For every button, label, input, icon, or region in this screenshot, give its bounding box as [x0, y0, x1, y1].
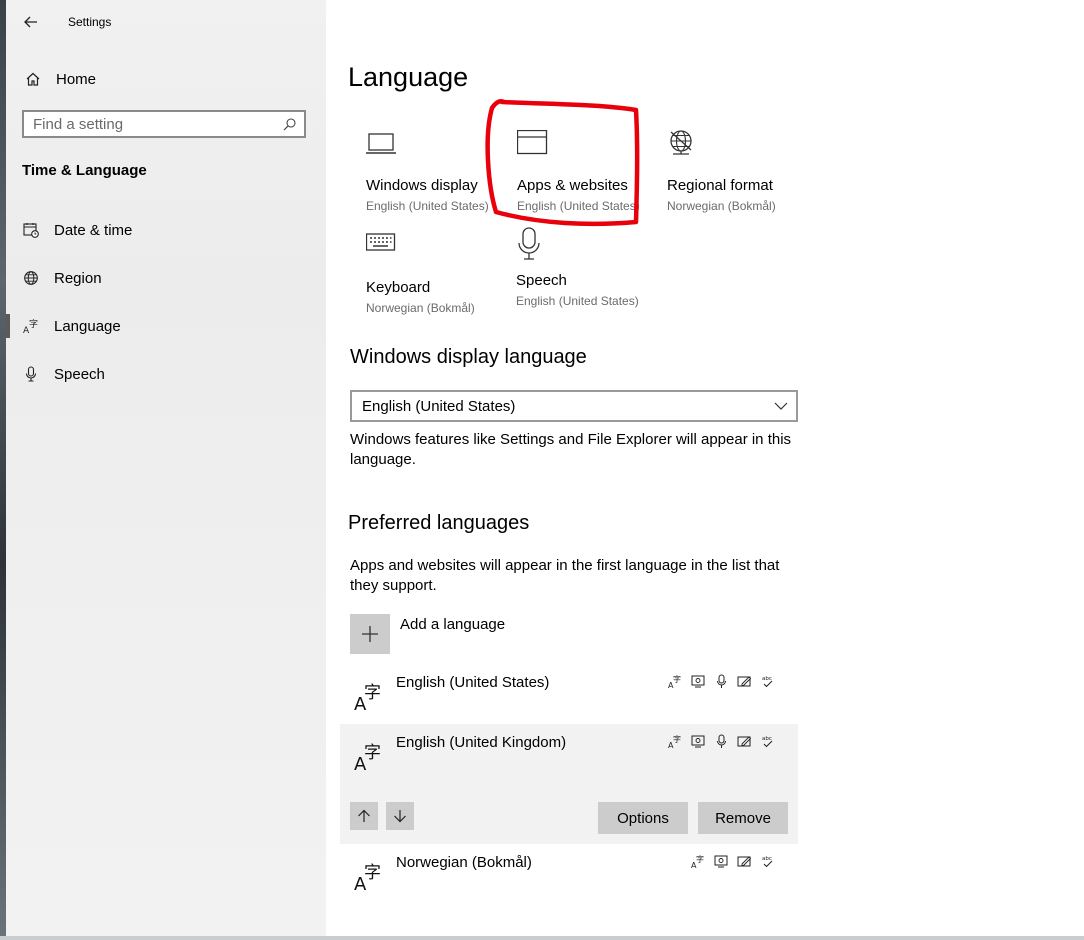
- tile-name: Keyboard: [366, 279, 431, 296]
- language-row-norwegian[interactable]: A字 Norwegian (Bokmål) A字 abc: [340, 844, 798, 904]
- sidebar-item-label: Speech: [54, 365, 105, 383]
- title-bar: Settings: [6, 0, 326, 44]
- tile-name: Windows display: [366, 177, 478, 194]
- chevron-down-icon: [766, 402, 796, 410]
- preferred-languages-description: Apps and websites will appear in the fir…: [350, 557, 780, 594]
- display-language-dropdown[interactable]: English (United States): [350, 390, 798, 422]
- search-input[interactable]: [24, 114, 278, 134]
- dropdown-value: English (United States): [362, 397, 516, 415]
- handwriting-feature-icon: [735, 732, 754, 751]
- svg-text:abc: abc: [762, 856, 772, 862]
- language-icon: A字: [22, 317, 40, 335]
- svg-text:abc: abc: [762, 676, 772, 682]
- sidebar: Settings Home Time & Language Date & tim…: [6, 0, 326, 936]
- tile-subtitle: English (United States): [366, 199, 489, 213]
- home-icon: [24, 70, 42, 88]
- language-icon: A字: [354, 680, 386, 715]
- sidebar-item-region[interactable]: Region: [6, 258, 326, 298]
- globe-icon: [22, 269, 40, 287]
- move-down-button[interactable]: [386, 802, 414, 830]
- calendar-clock-icon: [22, 221, 40, 239]
- tile-subtitle: English (United States): [517, 199, 640, 213]
- spellcheck-feature-icon: abc: [758, 852, 777, 871]
- tile-name: Speech: [516, 272, 567, 289]
- svg-text:字: 字: [673, 674, 681, 684]
- plus-icon: [350, 614, 390, 654]
- sidebar-item-label: Region: [54, 269, 102, 287]
- section-title: Time & Language: [22, 162, 147, 179]
- svg-text:字: 字: [364, 863, 381, 883]
- monitor-icon: [366, 130, 400, 164]
- tile-speech[interactable]: Speech English (United States): [516, 226, 656, 318]
- language-name: English (United Kingdom): [396, 734, 567, 751]
- microphone-icon: [22, 365, 40, 383]
- preferred-languages-heading: Preferred languages: [348, 512, 530, 534]
- language-name: English (United States): [396, 674, 550, 691]
- tile-windows-display[interactable]: Windows display English (United States): [366, 130, 506, 222]
- display-language-feature-icon: A字: [689, 852, 708, 871]
- language-icon: A字: [354, 860, 386, 895]
- remove-button[interactable]: Remove: [698, 802, 788, 834]
- taskbar-edge: [0, 936, 1084, 940]
- options-button[interactable]: Options: [598, 802, 688, 834]
- search-icon[interactable]: [278, 113, 300, 135]
- svg-text:字: 字: [673, 734, 681, 744]
- search-box: [22, 110, 306, 138]
- arrow-up-icon: [358, 809, 370, 822]
- handwriting-feature-icon: [735, 852, 754, 871]
- display-language-feature-icon: A字: [666, 732, 685, 751]
- language-row-english-us[interactable]: A字 English (United States) A字 abc: [340, 664, 798, 724]
- svg-text:abc: abc: [762, 736, 772, 742]
- add-language-label: Add a language: [400, 616, 506, 633]
- tile-apps-websites[interactable]: Apps & websites English (United States): [516, 129, 657, 222]
- arrow-down-icon: [394, 810, 406, 823]
- tile-regional-format[interactable]: Regional format Norwegian (Bokmål): [667, 130, 807, 222]
- display-language-heading: Windows display language: [350, 346, 587, 368]
- speech-feature-icon: [712, 672, 731, 691]
- svg-text:字: 字: [364, 683, 381, 703]
- window-title: Settings: [68, 15, 112, 29]
- page-title: Language: [348, 62, 469, 92]
- home-label: Home: [56, 70, 97, 88]
- text-to-speech-feature-icon: [689, 672, 708, 691]
- svg-text:字: 字: [364, 743, 381, 763]
- spellcheck-feature-icon: abc: [758, 732, 777, 751]
- speech-feature-icon: [712, 732, 731, 751]
- spellcheck-feature-icon: abc: [758, 672, 777, 691]
- language-features: A字 abc: [666, 732, 777, 752]
- text-to-speech-feature-icon: [689, 732, 708, 751]
- tile-subtitle: Norwegian (Bokmål): [667, 199, 776, 213]
- back-button[interactable]: [16, 8, 46, 36]
- keyboard-icon: [365, 232, 400, 266]
- tile-name: Regional format: [667, 177, 773, 194]
- microphone-icon: [516, 226, 550, 260]
- sidebar-item-label: Date & time: [54, 221, 133, 239]
- tile-subtitle: Norwegian (Bokmål): [366, 301, 475, 315]
- svg-text:字: 字: [29, 318, 38, 330]
- main-content: Language Windows display English (United…: [326, 0, 1084, 936]
- back-arrow-icon: [24, 16, 37, 28]
- language-name: Norwegian (Bokmål): [396, 854, 532, 871]
- move-up-button[interactable]: [350, 802, 378, 830]
- language-features: A字 abc: [666, 672, 777, 692]
- sidebar-home[interactable]: Home: [6, 62, 326, 96]
- sidebar-item-language[interactable]: A字 Language: [6, 306, 326, 346]
- sidebar-item-label: Language: [54, 317, 121, 335]
- sidebar-item-date-time[interactable]: Date & time: [6, 210, 326, 250]
- tile-name: Apps & websites: [517, 177, 628, 194]
- handwriting-feature-icon: [735, 672, 754, 691]
- display-language-feature-icon: A字: [666, 672, 685, 691]
- tile-keyboard[interactable]: Keyboard Norwegian (Bokmål): [365, 232, 506, 324]
- globe-settings-icon: [667, 130, 701, 164]
- language-icon: A字: [354, 740, 386, 775]
- add-language-button[interactable]: Add a language: [350, 614, 505, 654]
- language-features: A字 abc: [689, 852, 777, 872]
- svg-text:字: 字: [696, 854, 704, 864]
- text-to-speech-feature-icon: [712, 852, 731, 871]
- language-row-english-uk[interactable]: A字 English (United Kingdom) A字 abc Optio…: [340, 724, 798, 844]
- display-language-description: Windows features like Settings and File …: [350, 431, 792, 468]
- tile-subtitle: English (United States): [516, 294, 639, 308]
- window-icon: [516, 129, 551, 164]
- sidebar-item-speech[interactable]: Speech: [6, 354, 326, 394]
